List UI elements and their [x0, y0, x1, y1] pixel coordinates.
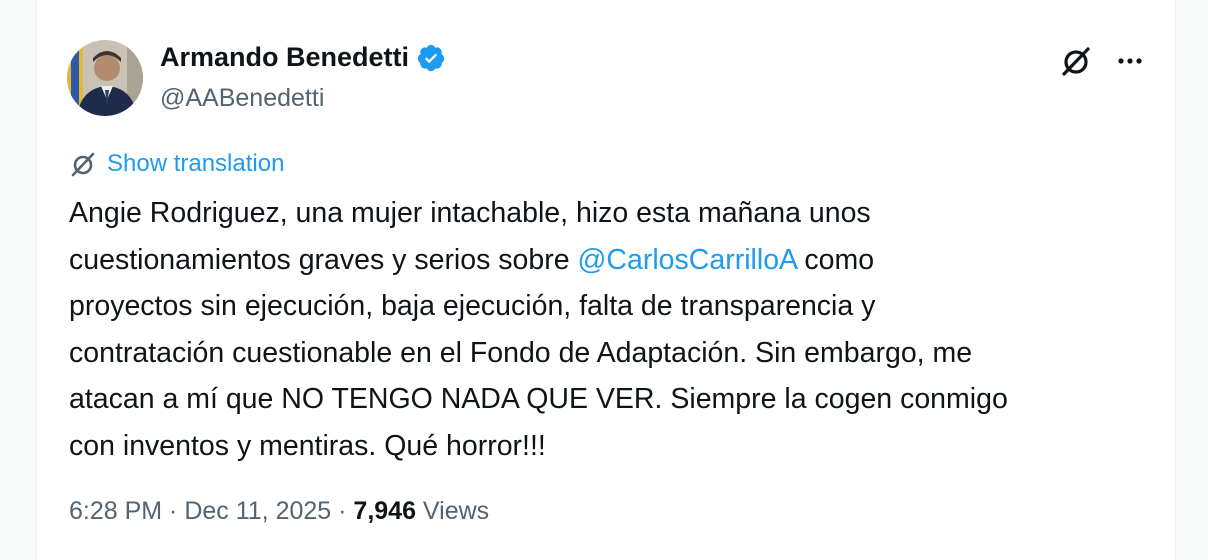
avatar[interactable]	[67, 40, 143, 116]
views-label: Views	[415, 497, 490, 525]
show-translation-label: Show translation	[107, 150, 285, 177]
tweet-date[interactable]: Dec 11, 2025	[184, 497, 331, 525]
more-options-icon[interactable]	[1115, 46, 1145, 76]
tweet-card: Armando Benedetti @AABenedetti Show tran…	[36, 0, 1176, 560]
tweet-line: proyectos sin ejecución, baja ejecución,…	[69, 290, 876, 322]
author-handle[interactable]: @AABenedetti	[160, 84, 324, 113]
tweet-line-text: cuestionamientos graves y serios sobre	[69, 243, 578, 276]
tweet-line: Angie Rodriguez, una mujer intachable, h…	[69, 197, 871, 229]
meta-separator: ·	[162, 497, 185, 525]
translate-icon	[71, 152, 95, 177]
tweet-time[interactable]: 6:28 PM	[69, 497, 162, 525]
author-name-text: Armando Benedetti	[160, 42, 410, 72]
meta-separator: ·	[331, 497, 354, 525]
views-count: 7,946	[353, 497, 416, 525]
grok-icon[interactable]	[1059, 44, 1093, 78]
tweet-line: atacan a mí que NO TENGO NADA QUE VER. S…	[69, 383, 1008, 415]
tweet-text: Angie Rodriguez, una mujer intachable, h…	[69, 190, 1149, 469]
author-display-name[interactable]: Armando Benedetti	[160, 42, 446, 73]
tweet-metadata: 6:28 PM · Dec 11, 2025 · 7,946 Views	[69, 497, 489, 526]
tweet-line: contratación cuestionable en el Fondo de…	[69, 336, 973, 369]
show-translation-link[interactable]: Show translation	[69, 150, 284, 178]
tweet-line: con inventos y mentiras. Qué horror!!!	[69, 429, 546, 462]
tweet-line: cuestionamientos graves y serios sobre @…	[69, 237, 1149, 284]
mention-link[interactable]: @CarlosCarrilloA	[578, 244, 797, 276]
verified-badge-icon	[417, 44, 445, 71]
tweet-line-text: como	[796, 243, 875, 276]
